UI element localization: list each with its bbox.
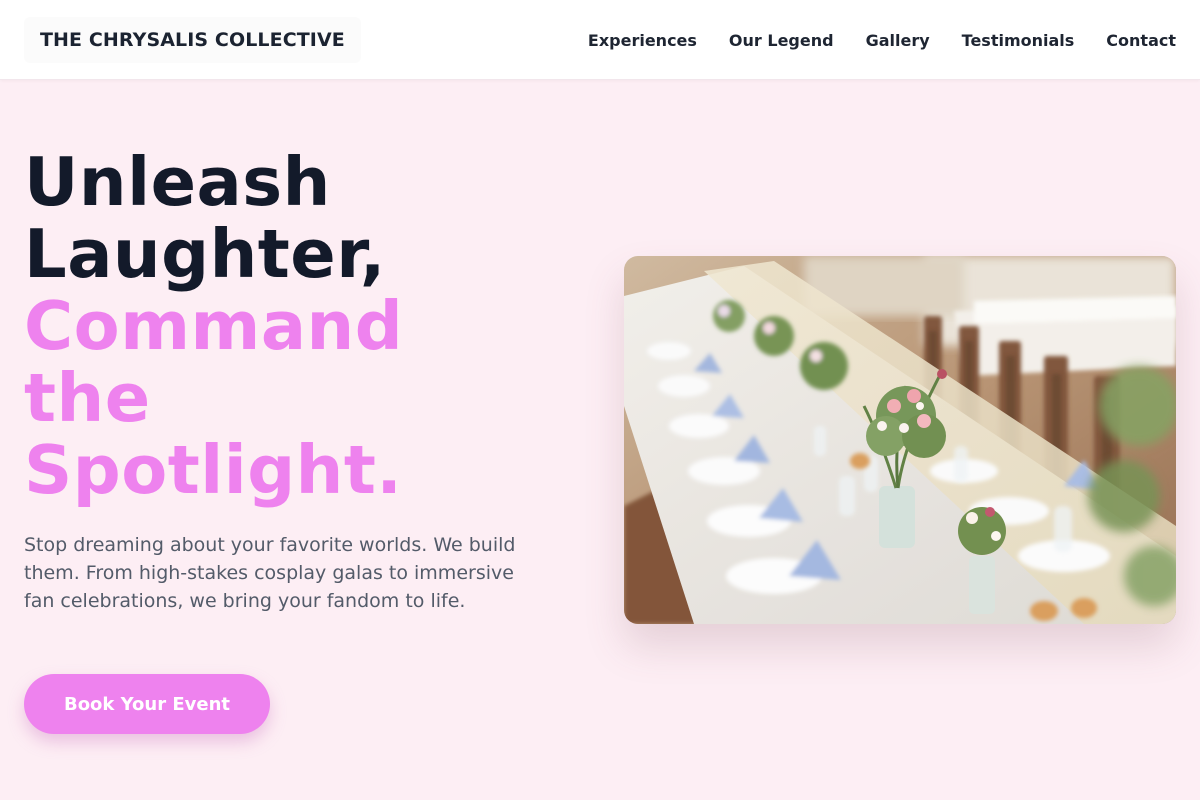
hero-heading-line: Laughter, <box>24 215 386 293</box>
site-header: THE CHRYSALIS COLLECTIVE Experiences Our… <box>0 0 1200 80</box>
banquet-table-photo <box>624 256 1176 624</box>
banquet-table-illustration <box>624 256 1176 624</box>
nav-link-our-legend[interactable]: Our Legend <box>729 31 834 50</box>
main-nav: Experiences Our Legend Gallery Testimoni… <box>556 0 1176 80</box>
book-event-button[interactable]: Book Your Event <box>24 674 270 734</box>
hero-heading-accent-line: Spotlight. <box>24 431 403 509</box>
nav-link-contact[interactable]: Contact <box>1106 31 1176 50</box>
nav-link-gallery[interactable]: Gallery <box>866 31 930 50</box>
hero-heading-accent-line: the <box>24 359 151 437</box>
brand-logo[interactable]: THE CHRYSALIS COLLECTIVE <box>24 17 361 63</box>
nav-link-experiences[interactable]: Experiences <box>588 31 697 50</box>
hero-description: Stop dreaming about your favorite worlds… <box>24 534 516 612</box>
hero-heading: Unleash Laughter, Command the Spotlight. <box>24 146 584 506</box>
hero-heading-line: Unleash <box>24 143 331 221</box>
nav-link-testimonials[interactable]: Testimonials <box>962 31 1075 50</box>
hero-heading-accent-line: Command <box>24 287 404 365</box>
